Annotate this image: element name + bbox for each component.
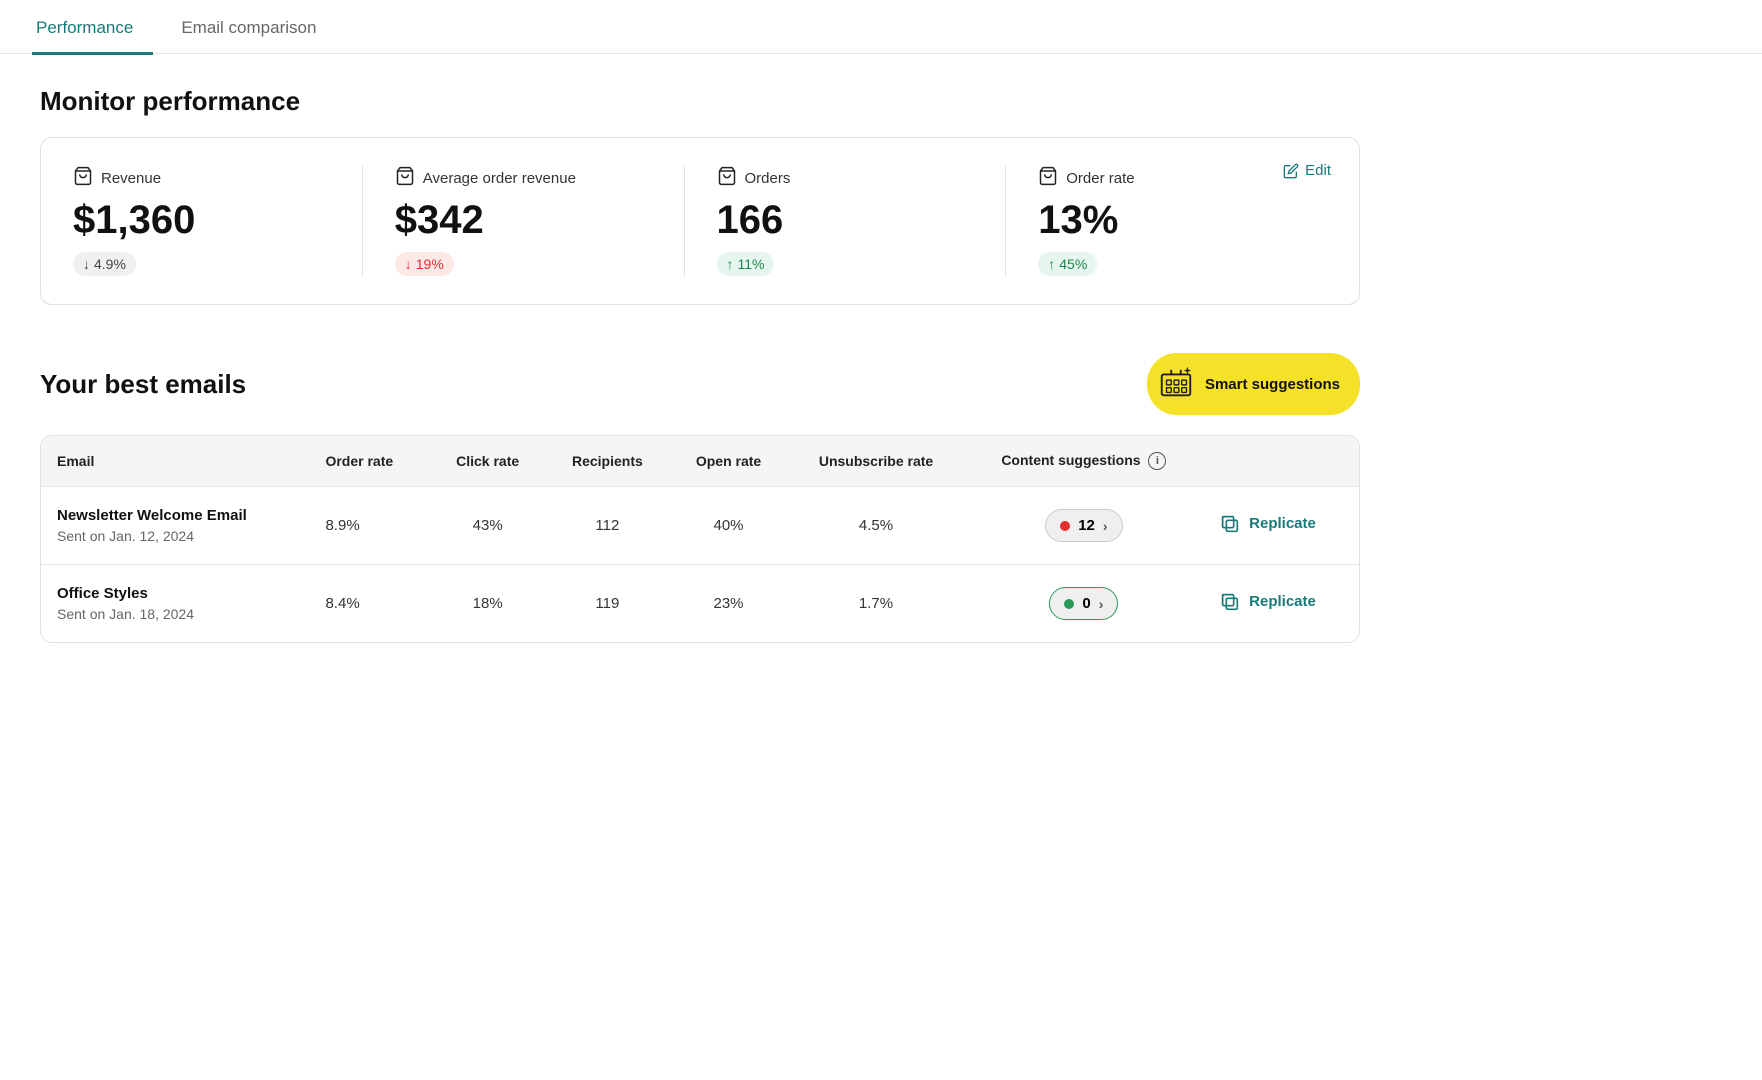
replicate-label-1: Replicate	[1249, 515, 1316, 532]
cart-icon-revenue	[73, 166, 93, 190]
col-content-suggestions: Content suggestions i	[965, 436, 1204, 487]
click-rate-2: 18%	[430, 565, 545, 643]
edit-icon	[1283, 163, 1299, 179]
metric-avg-order: Average order revenue $342 ↓ 19%	[362, 166, 684, 276]
email-date-1: Sent on Jan. 12, 2024	[57, 528, 293, 544]
col-order-rate: Order rate	[309, 436, 430, 487]
content-suggestions-cell-1: 12 ›	[965, 487, 1204, 565]
content-suggestions-info-icon[interactable]: i	[1148, 452, 1166, 470]
metric-order-rate-label-row: Order rate	[1038, 166, 1295, 190]
metric-avg-order-value: $342	[395, 198, 652, 242]
suggestions-dot-red-1	[1060, 521, 1070, 531]
metric-revenue-label: Revenue	[101, 170, 161, 187]
monitor-title: Monitor performance	[40, 86, 1360, 117]
suggestions-count-1: 12	[1078, 517, 1095, 534]
metric-order-rate-label: Order rate	[1066, 170, 1134, 187]
col-actions	[1203, 436, 1359, 487]
col-open-rate: Open rate	[670, 436, 788, 487]
table-header-row: Email Order rate Click rate Recipients O…	[41, 436, 1359, 487]
open-rate-2: 23%	[670, 565, 788, 643]
suggestions-badge-2[interactable]: 0 ›	[1049, 587, 1118, 620]
suggestions-dot-green-2	[1064, 599, 1074, 609]
replicate-cell-2: Replicate	[1203, 565, 1359, 643]
page-content: Monitor performance Revenue $1,360 ↓ 4.9…	[0, 54, 1400, 675]
metric-revenue-value: $1,360	[73, 198, 330, 242]
emails-table-container: Email Order rate Click rate Recipients O…	[40, 435, 1360, 643]
email-date-2: Sent on Jan. 18, 2024	[57, 606, 293, 622]
col-click-rate: Click rate	[430, 436, 545, 487]
metric-orders-value: 166	[717, 198, 974, 242]
email-name-2: Office Styles	[57, 585, 293, 602]
chevron-right-icon-1: ›	[1103, 518, 1108, 534]
table-row: Office Styles Sent on Jan. 18, 2024 8.4%…	[41, 565, 1359, 643]
email-cell-1: Newsletter Welcome Email Sent on Jan. 12…	[41, 487, 309, 565]
smart-suggestions-label: Smart suggestions	[1205, 376, 1340, 393]
table-row: Newsletter Welcome Email Sent on Jan. 12…	[41, 487, 1359, 565]
arrow-up-icon-order-rate: ↑	[1048, 256, 1055, 272]
cart-icon-orders	[717, 166, 737, 190]
tabs-bar: Performance Email comparison	[0, 0, 1762, 54]
metric-avg-order-label: Average order revenue	[423, 170, 576, 187]
recipients-2: 119	[545, 565, 669, 643]
metric-revenue-change: ↓ 4.9%	[73, 252, 136, 276]
arrow-down-icon-avg: ↓	[405, 256, 412, 272]
edit-label: Edit	[1305, 162, 1331, 179]
metric-orders-change: ↑ 11%	[717, 252, 775, 276]
replicate-icon-2	[1219, 591, 1241, 613]
chevron-right-icon-2: ›	[1099, 596, 1104, 612]
metric-order-rate-change: ↑ 45%	[1038, 252, 1097, 276]
replicate-button-2[interactable]: Replicate	[1219, 591, 1316, 613]
cart-icon-avg	[395, 166, 415, 190]
order-rate-2: 8.4%	[309, 565, 430, 643]
cart-icon-order-rate	[1038, 166, 1058, 190]
metric-order-rate: Order rate 13% ↑ 45%	[1005, 166, 1327, 276]
click-rate-1: 43%	[430, 487, 545, 565]
best-emails-title: Your best emails	[40, 369, 246, 400]
email-name-1: Newsletter Welcome Email	[57, 507, 293, 524]
metric-avg-order-label-row: Average order revenue	[395, 166, 652, 190]
tab-email-comparison[interactable]: Email comparison	[177, 2, 336, 55]
order-rate-1: 8.9%	[309, 487, 430, 565]
email-cell-2: Office Styles Sent on Jan. 18, 2024	[41, 565, 309, 643]
replicate-button-1[interactable]: Replicate	[1219, 513, 1316, 535]
metric-avg-order-change: ↓ 19%	[395, 252, 454, 276]
metric-orders-label-row: Orders	[717, 166, 974, 190]
metric-revenue-label-row: Revenue	[73, 166, 330, 190]
recipients-1: 112	[545, 487, 669, 565]
metrics-card: Revenue $1,360 ↓ 4.9% Average order reve…	[40, 137, 1360, 305]
suggestions-badge-1[interactable]: 12 ›	[1045, 509, 1122, 542]
edit-button[interactable]: Edit	[1283, 162, 1331, 179]
best-emails-header: Your best emails Smart suggestions	[40, 353, 1360, 415]
unsubscribe-rate-2: 1.7%	[787, 565, 964, 643]
arrow-down-icon: ↓	[83, 256, 90, 272]
col-unsubscribe-rate: Unsubscribe rate	[787, 436, 964, 487]
metric-order-rate-value: 13%	[1038, 198, 1295, 242]
replicate-label-2: Replicate	[1249, 593, 1316, 610]
smart-suggestions-icon	[1157, 363, 1195, 405]
arrow-up-icon-orders: ↑	[727, 256, 734, 272]
metric-orders: Orders 166 ↑ 11%	[684, 166, 1006, 276]
col-email: Email	[41, 436, 309, 487]
col-recipients: Recipients	[545, 436, 669, 487]
replicate-icon-1	[1219, 513, 1241, 535]
unsubscribe-rate-1: 4.5%	[787, 487, 964, 565]
replicate-cell-1: Replicate	[1203, 487, 1359, 565]
metric-revenue: Revenue $1,360 ↓ 4.9%	[73, 166, 362, 276]
emails-table: Email Order rate Click rate Recipients O…	[41, 436, 1359, 642]
metric-orders-label: Orders	[745, 170, 791, 187]
content-suggestions-cell-2: 0 ›	[965, 565, 1204, 643]
open-rate-1: 40%	[670, 487, 788, 565]
tab-performance[interactable]: Performance	[32, 2, 153, 55]
suggestions-count-2: 0	[1082, 595, 1090, 612]
smart-suggestions-button[interactable]: Smart suggestions	[1147, 353, 1360, 415]
